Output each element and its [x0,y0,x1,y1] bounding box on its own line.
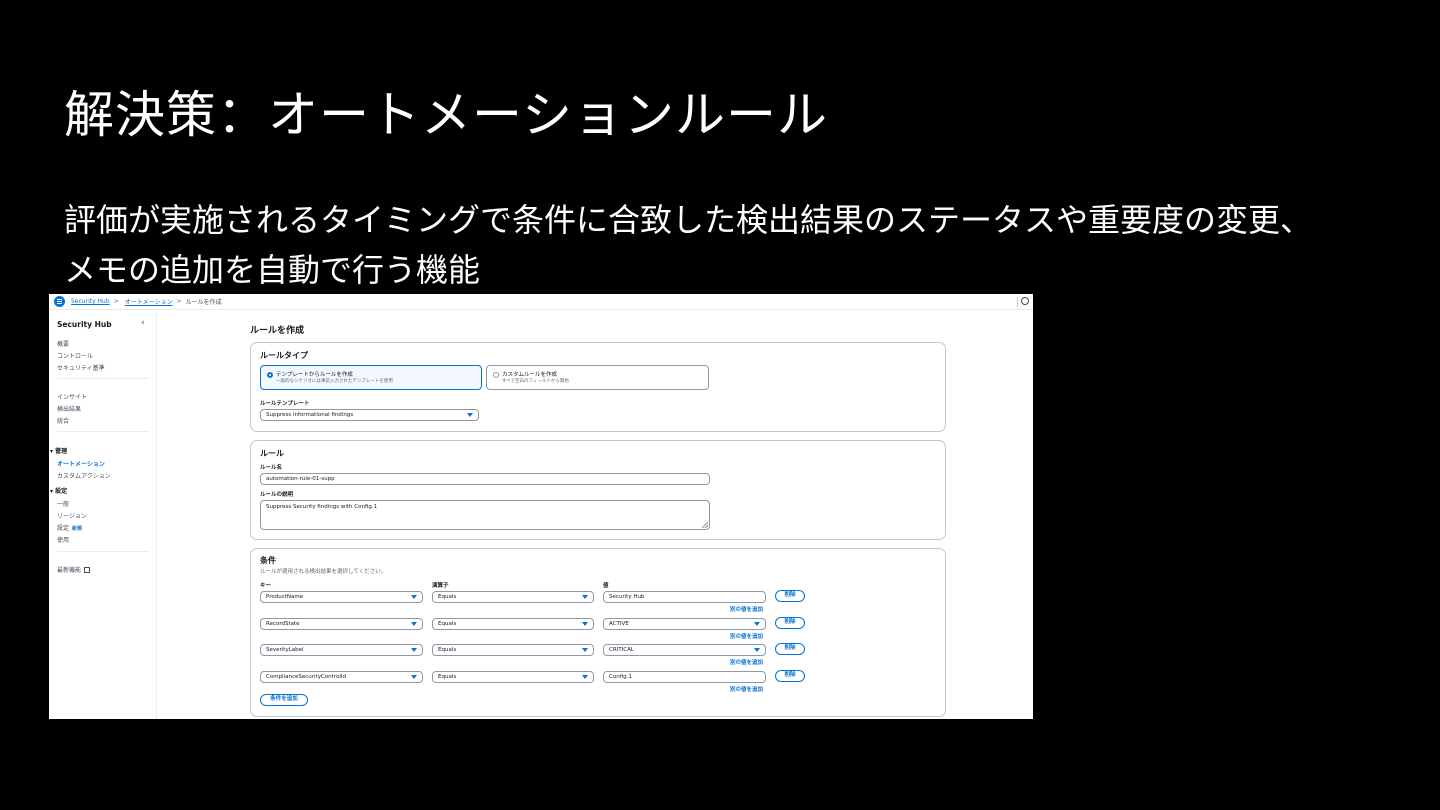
condition-key-select[interactable]: ProductName [260,591,423,603]
resize-handle-icon[interactable] [702,522,708,528]
column-key-header: キー [260,583,272,589]
option-custom-label: カスタムルールを作成 [502,372,558,378]
add-value-link[interactable]: 別の値を追加 [730,685,763,693]
rule-name-label: ルール名 [260,465,283,471]
slide-description-line-1: 評価が実施されるタイミングで条件に合致した検出結果のステータスや重要度の変更、 [64,201,1313,239]
add-condition-button[interactable]: 条件を追加 [260,694,308,706]
condition-key-select[interactable]: SeverityLabel [260,644,423,656]
chevron-left-icon[interactable]: ‹ [141,318,145,328]
column-operator-header: 演算子 [432,583,449,589]
sidebar-item-integrations[interactable]: 統合 [57,416,69,425]
top-navigation-bar: Security Hub > オートメーション > ルールを作成 [49,294,1033,310]
conditions-subtitle: ルールが適用される検出結果を選択してください。 [260,569,387,575]
rule-name-input[interactable]: automation-rule-01-supp [260,473,710,485]
page-title: ルールを作成 [250,326,305,336]
condition-operator-select[interactable]: Equals [432,591,594,603]
sidebar-item-standards[interactable]: セキュリティ基準 [57,363,105,372]
external-link-icon [84,567,91,573]
rule-template-select[interactable]: Suppress informational findings [260,409,479,421]
rule-type-heading: ルールタイプ [260,351,308,360]
radio-template[interactable] [267,372,273,378]
caret-down-icon [411,595,417,599]
condition-operator-select[interactable]: Equals [432,618,594,630]
condition-operator-select[interactable]: Equals [432,671,594,683]
conditions-panel: 条件 ルールが適用される検出結果を選択してください。 キー 演算子 値 Prod… [250,548,946,717]
add-value-link[interactable]: 別の値を追加 [730,632,763,640]
column-value-header: 値 [603,583,609,589]
caret-down-icon [411,622,417,626]
option-custom-tile[interactable]: カスタムルールを作成 すべて空白のフィールドから開始 [486,365,709,390]
remove-condition-button[interactable]: 削除 [775,590,805,602]
condition-value-input[interactable]: Config.1 [603,671,766,683]
slide-description: 評価が実施されるタイミングで条件に合致した検出結果のステータスや重要度の変更、 … [64,196,1404,296]
caret-down-icon [467,413,473,417]
breadcrumb-automation[interactable]: オートメーション [125,297,173,306]
sidebar-item-summary[interactable]: 概要 [57,339,69,348]
condition-value-select[interactable]: ACTIVE [603,618,766,630]
rule-panel: ルール ルール名 automation-rule-01-supp ルールの説明 … [250,440,946,540]
rule-description-textarea[interactable]: Suppress Security findings with Config.1 [260,500,710,530]
breadcrumb-current: ルールを作成 [185,299,222,306]
sidebar-item-insights[interactable]: インサイト [57,392,87,401]
option-template-tile[interactable]: テンプレートからルールを作成 一般的なシナリオには事前入力されたテンプレートを使… [260,365,482,390]
sidebar-item-whats-new[interactable]: 最新機能 [57,565,91,574]
radio-custom[interactable] [493,372,499,378]
sidebar-item-usage[interactable]: 使用 [57,535,69,544]
sidebar-item-custom-actions[interactable]: カスタムアクション [57,471,111,480]
condition-value-input[interactable]: Security Hub [603,591,766,603]
divider [1017,297,1018,307]
option-custom-desc: すべて空白のフィールドから開始 [502,379,569,384]
remove-condition-button[interactable]: 削除 [775,670,805,682]
sidebar-group-settings[interactable]: ▾ 設定 [50,486,67,495]
breadcrumb-separator: > [113,298,119,305]
settings-icon[interactable] [1021,297,1029,305]
remove-condition-button[interactable]: 削除 [775,617,805,629]
caret-down-icon [411,675,417,679]
option-template-desc: 一般的なシナリオには事前入力されたテンプレートを使用 [276,379,393,384]
caret-down-icon [582,675,588,679]
sidebar-divider [57,431,149,432]
sidebar-group-manage[interactable]: ▾ 管理 [50,446,67,455]
menu-icon[interactable] [54,296,65,307]
slide-title: 解決策：オートメーションルール [64,86,828,144]
sidebar-item-regions[interactable]: リージョン [57,511,87,520]
condition-key-select[interactable]: ComplianceSecurityControlId [260,671,423,683]
rule-type-panel: ルールタイプ テンプレートからルールを作成 一般的なシナリオには事前入力されたテ… [250,342,946,432]
condition-value-select[interactable]: CRITICAL [603,644,766,656]
sidebar-item-automation[interactable]: オートメーション [57,459,105,468]
add-value-link[interactable]: 別の値を追加 [730,658,763,666]
add-value-link[interactable]: 別の値を追加 [730,605,763,613]
caret-down-icon [582,622,588,626]
remove-condition-button[interactable]: 削除 [775,643,805,655]
breadcrumb-security-hub[interactable]: Security Hub [71,298,110,305]
rule-template-label: ルールテンプレート [260,401,310,407]
rule-heading: ルール [260,449,284,458]
breadcrumb-separator: > [176,298,182,305]
condition-operator-select[interactable]: Equals [432,644,594,656]
caret-down-icon [582,648,588,652]
condition-key-select[interactable]: RecordState [260,618,423,630]
caret-down-icon [754,622,760,626]
caret-down-icon [411,648,417,652]
conditions-heading: 条件 [260,556,276,565]
sidebar-item-general[interactable]: 一般 [57,499,69,508]
sidebar: Security Hub ‹ 概要 コントロール セキュリティ基準 インサイト … [49,311,157,719]
caret-down-icon [754,648,760,652]
sidebar-title: Security Hub [57,320,112,329]
option-template-label: テンプレートからルールを作成 [276,372,353,378]
new-badge: 新規 [72,526,83,532]
sidebar-divider [57,378,149,379]
caret-down-icon [582,595,588,599]
sidebar-divider [57,551,149,552]
slide-description-line-2: メモの追加を自動で行う機能 [64,251,481,289]
sidebar-item-findings[interactable]: 検出結果 [57,404,81,413]
console-screenshot: Security Hub > オートメーション > ルールを作成 Securit… [49,294,1033,719]
sidebar-item-controls[interactable]: コントロール [57,351,93,360]
sidebar-item-configuration[interactable]: 設定 新規 [57,523,82,532]
rule-description-label: ルールの説明 [260,492,294,498]
